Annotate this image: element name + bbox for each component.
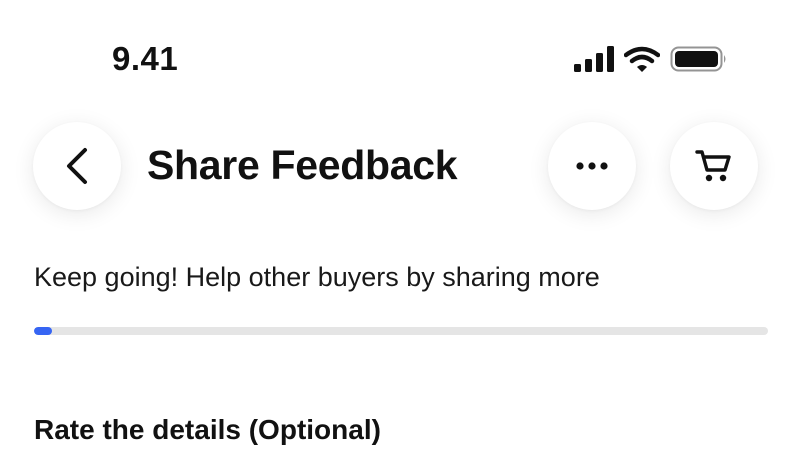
status-time: 9.41	[112, 40, 179, 77]
battery-icon	[670, 46, 726, 72]
wifi-icon	[624, 46, 660, 72]
progress-bar	[34, 327, 768, 335]
chevron-left-icon	[67, 148, 87, 184]
section-title-rate-details: Rate the details (Optional)	[34, 414, 381, 445]
back-button[interactable]	[33, 122, 121, 210]
progress-bar-fill	[34, 327, 53, 335]
progress-label: Keep going! Help other buyers by sharing…	[34, 262, 600, 292]
more-options-button[interactable]	[548, 122, 636, 210]
shopping-cart-icon	[695, 150, 731, 182]
share-feedback-screen: 9.41 Share Feedback Keep going! Help oth…	[0, 0, 800, 450]
status-icons	[574, 46, 728, 72]
more-horizontal-icon	[576, 162, 608, 170]
cart-button[interactable]	[670, 122, 758, 210]
page-title: Share Feedback	[147, 142, 458, 188]
cellular-signal-icon	[574, 46, 614, 72]
